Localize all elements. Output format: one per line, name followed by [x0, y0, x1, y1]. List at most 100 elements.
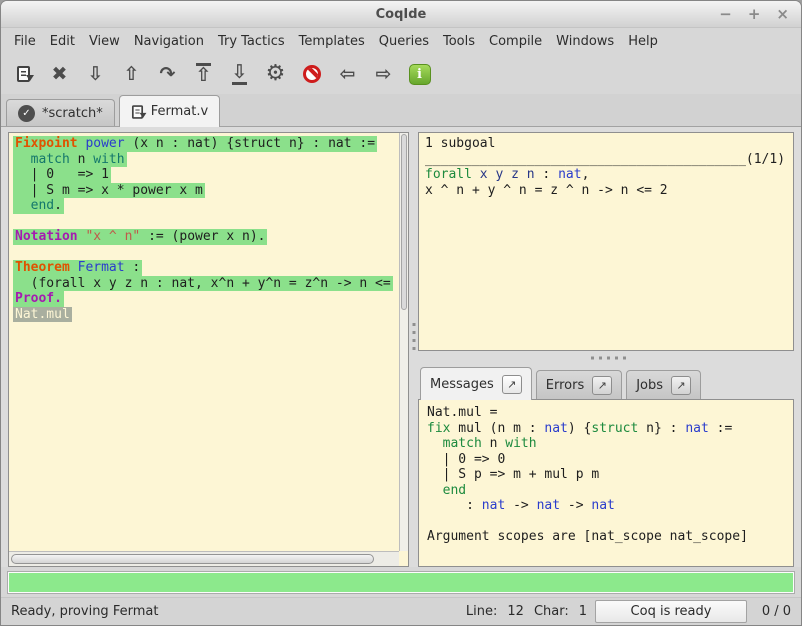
- code-line: [427, 514, 785, 530]
- sentence-highlight: Notation "x ^ n" := (power x n).: [13, 229, 267, 245]
- stop-button[interactable]: ✖: [43, 58, 76, 91]
- horizontal-splitter[interactable]: [418, 351, 794, 365]
- code-segment: power: [85, 136, 124, 151]
- previous-button[interactable]: ⇦: [331, 58, 364, 91]
- code-segment: := (power x n).: [140, 229, 265, 244]
- go-to-start-button[interactable]: ⇧: [187, 58, 220, 91]
- sentence-highlight: Fixpoint power (x n : nat) {struct n} : …: [13, 136, 377, 152]
- code-line: fix mul (n m : nat) {struct n} : nat :=: [427, 421, 785, 437]
- script-vertical-scrollbar[interactable]: [399, 133, 408, 551]
- code-segment: with: [505, 436, 536, 451]
- tab-errors[interactable]: Errors↗: [536, 370, 622, 399]
- tab-label: *scratch*: [42, 106, 103, 121]
- north-east-arrow-icon: ↗: [507, 378, 516, 391]
- goal-pane: 1 subgoal_______________________________…: [418, 132, 794, 351]
- tab-fermat[interactable]: Fermat.v: [119, 95, 220, 127]
- feedback-notebook: Messages↗Errors↗Jobs↗ Nat.mul =fix mul (…: [418, 365, 794, 567]
- code-segment: Argument scopes are [nat_scope nat_scope…: [427, 529, 748, 544]
- code-segment: nat: [537, 498, 560, 513]
- about-button[interactable]: i: [403, 58, 436, 91]
- minimize-button[interactable]: −: [719, 7, 732, 22]
- code-line: [13, 245, 399, 261]
- detach-button[interactable]: ↗: [592, 376, 612, 395]
- go-to-end-button[interactable]: ⇩: [223, 58, 256, 91]
- code-segment: nat: [591, 498, 614, 513]
- code-segment: Fixpoint: [15, 136, 78, 151]
- coq-state-button[interactable]: Coq is ready: [595, 600, 747, 623]
- code-segment: "x ^ n": [85, 229, 140, 244]
- sentence-highlight: | S m => x * power x m: [13, 183, 205, 199]
- menu-templates[interactable]: Templates: [292, 31, 372, 52]
- title-bar[interactable]: CoqIde − + ×: [1, 1, 801, 28]
- menu-tools[interactable]: Tools: [436, 31, 482, 52]
- menu-windows[interactable]: Windows: [549, 31, 621, 52]
- code-segment: Nat.mul: [15, 307, 70, 322]
- maximize-button[interactable]: +: [748, 7, 761, 22]
- next-button[interactable]: ⇨: [367, 58, 400, 91]
- code-line: match n with: [427, 436, 785, 452]
- code-segment: (x n : nat) {struct n} : nat :=: [125, 136, 375, 151]
- menu-view[interactable]: View: [82, 31, 127, 52]
- menu-file[interactable]: File: [7, 31, 43, 52]
- tab-scratch[interactable]: ✓ *scratch*: [6, 99, 115, 126]
- scrollbar-thumb[interactable]: [401, 134, 407, 310]
- coqide-window: CoqIde − + × FileEditViewNavigationTry T…: [0, 0, 802, 626]
- code-line: end: [427, 483, 785, 499]
- line-value: 12: [507, 604, 524, 619]
- tab-label: Messages: [430, 377, 494, 392]
- tab-messages[interactable]: Messages ↗: [420, 367, 532, 400]
- status-bar: Ready, proving Fermat Line: 12 Char: 1 C…: [1, 597, 801, 625]
- document-icon: [132, 105, 143, 119]
- progress-bar: [8, 572, 794, 593]
- main-area: Fixpoint power (x n : nat) {struct n} : …: [1, 127, 801, 567]
- close-button[interactable]: ×: [776, 7, 789, 22]
- sentence-highlight: Proof.: [13, 291, 64, 307]
- code-line: Theorem Fermat :: [13, 260, 399, 276]
- step-forward-icon: ⇩: [88, 65, 104, 84]
- vertical-splitter[interactable]: [409, 132, 418, 567]
- menu-compile[interactable]: Compile: [482, 31, 549, 52]
- fully-check-button[interactable]: ⚙: [259, 58, 292, 91]
- code-segment: [15, 198, 31, 213]
- step-forward-button[interactable]: ⇩: [79, 58, 112, 91]
- scrollbar-thumb[interactable]: [11, 554, 374, 564]
- code-segment: [427, 483, 443, 498]
- go-to-cursor-button[interactable]: ↷: [151, 58, 184, 91]
- code-segment: [70, 260, 78, 275]
- code-line: Argument scopes are [nat_scope nat_scope…: [427, 529, 785, 545]
- code-line: Nat.mul: [13, 307, 399, 323]
- go-to-cursor-icon: ↷: [160, 65, 176, 84]
- detach-button[interactable]: ↗: [671, 376, 691, 395]
- script-horizontal-scrollbar[interactable]: [9, 551, 399, 566]
- about-icon: i: [409, 64, 431, 85]
- code-segment: (forall x y z n : nat, x^n + y^n = z^n -…: [15, 276, 391, 291]
- step-backward-button[interactable]: ⇧: [115, 58, 148, 91]
- script-editor[interactable]: Fixpoint power (x n : nat) {struct n} : …: [9, 133, 399, 551]
- window-controls: − + ×: [719, 1, 789, 27]
- menu-help[interactable]: Help: [621, 31, 665, 52]
- detach-button[interactable]: ↗: [502, 375, 522, 394]
- fully-check-icon: ⚙: [266, 63, 286, 85]
- code-segment: end: [31, 198, 54, 213]
- north-east-arrow-icon: ↗: [598, 379, 607, 392]
- check-circle-icon: ✓: [18, 105, 35, 122]
- tab-jobs[interactable]: Jobs↗: [626, 370, 701, 399]
- code-segment: :: [427, 498, 482, 513]
- code-segment: nat: [482, 498, 505, 513]
- new-file-button[interactable]: [7, 58, 40, 91]
- code-segment: ,: [582, 167, 590, 182]
- menu-try-tactics[interactable]: Try Tactics: [211, 31, 292, 52]
- previous-icon: ⇦: [340, 65, 356, 84]
- code-segment: forall: [425, 167, 472, 182]
- code-segment: with: [93, 152, 124, 167]
- script-pane: Fixpoint power (x n : nat) {struct n} : …: [8, 132, 409, 567]
- code-segment: :: [535, 167, 558, 182]
- code-line: ________________________________________…: [425, 152, 787, 168]
- menu-edit[interactable]: Edit: [43, 31, 82, 52]
- menu-queries[interactable]: Queries: [372, 31, 436, 52]
- code-segment: nat: [685, 421, 708, 436]
- menu-navigation[interactable]: Navigation: [127, 31, 211, 52]
- interrupt-button[interactable]: [295, 58, 328, 91]
- code-line: Proof.: [13, 291, 399, 307]
- code-segment: | 0 => 0: [427, 452, 505, 467]
